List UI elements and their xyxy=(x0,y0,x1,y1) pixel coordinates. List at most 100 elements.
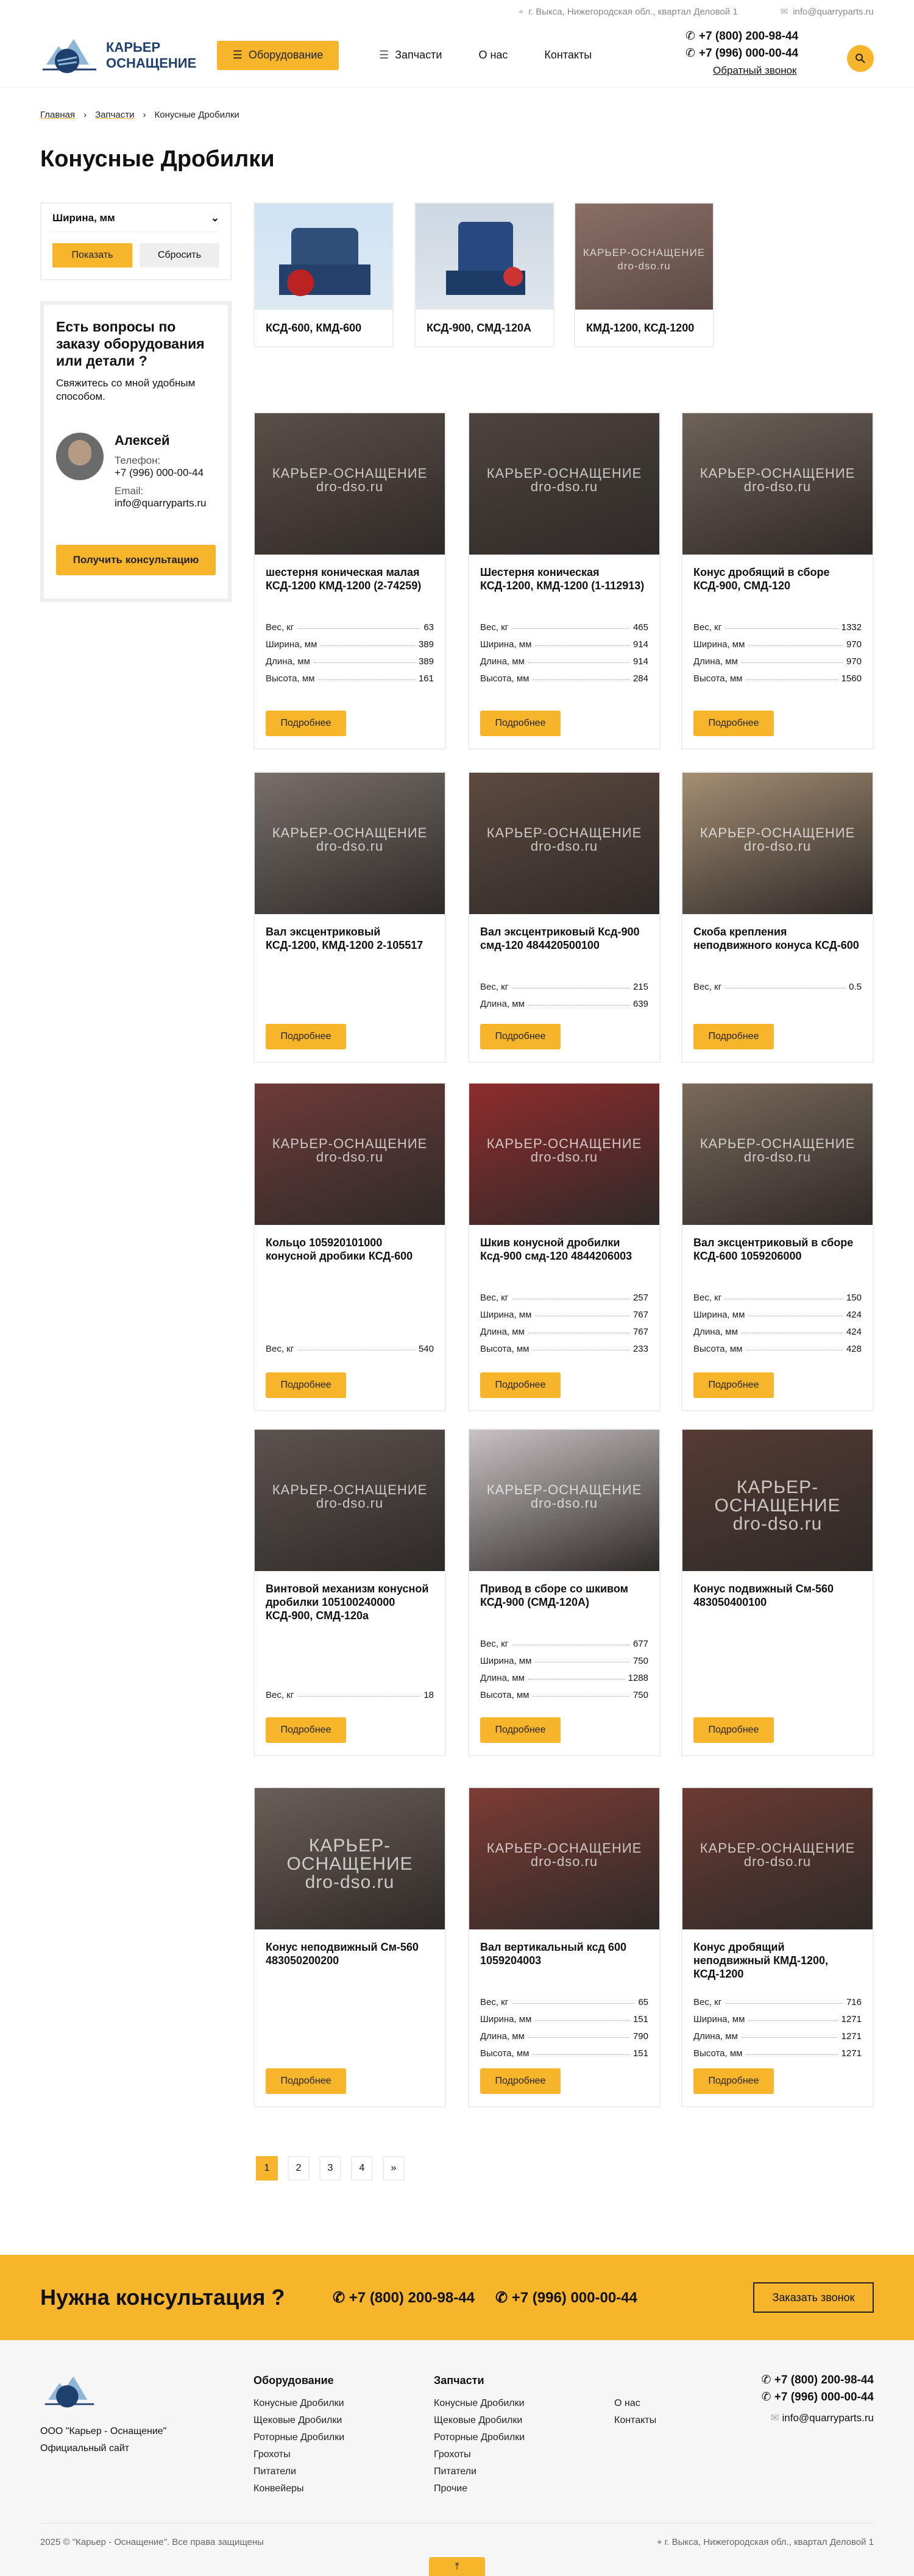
footer-link[interactable]: О нас xyxy=(614,2395,656,2412)
product-image[interactable]: КАРЬЕР-ОСНАЩЕНИЕ dro-dso.ru xyxy=(469,1430,659,1571)
details-button[interactable]: Подробнее xyxy=(480,2068,561,2094)
footer-phone2[interactable]: ✆ +7 (996) 000-00-44 xyxy=(742,2389,874,2406)
breadcrumb-home[interactable]: Главная xyxy=(40,110,75,120)
details-button[interactable]: Подробнее xyxy=(266,1717,346,1743)
product-card[interactable]: КАРЬЕР-ОСНАЩЕНИЕ dro-dso.ru Скоба креплени… xyxy=(681,772,874,1063)
footer-link[interactable]: Конвейеры xyxy=(253,2480,344,2497)
product-image[interactable]: КАРЬЕР-ОСНАЩЕНИЕ dro-dso.ru xyxy=(682,413,873,555)
category-card[interactable]: КСД-900, СМД-120А xyxy=(414,202,554,347)
product-title[interactable]: Конус дробящий неподвижный КМД-1200, КСД… xyxy=(682,1929,873,1990)
product-card[interactable]: КАРЬЕР-ОСНАЩЕНИЕ dro-dso.ru Конус дробящий… xyxy=(681,1787,874,2107)
footer-link[interactable]: Грохоты xyxy=(253,2446,344,2463)
product-image[interactable]: КАРЬЕР-ОСНАЩЕНИЕ dro-dso.ru xyxy=(469,1084,659,1225)
footer-email[interactable]: ✉ info@quarryparts.ru xyxy=(742,2410,874,2427)
consult-phone1[interactable]: ✆ +7 (800) 200-98-44 xyxy=(333,2289,475,2307)
details-button[interactable]: Подробнее xyxy=(693,1717,774,1743)
product-image[interactable]: КАРЬЕР-ОСНАЩЕНИЕ dro-dso.ru xyxy=(682,1430,873,1571)
details-button[interactable]: Подробнее xyxy=(693,2068,774,2094)
product-title[interactable]: Конус дробящий в сборе КСД-900, СМД-120 xyxy=(682,555,873,616)
product-title[interactable]: Конус неподвижный См-560 483050200200 xyxy=(255,1929,445,1990)
product-card[interactable]: КАРЬЕР-ОСНАЩЕНИЕ dro-dso.ru Вал эксцентрик… xyxy=(468,772,661,1063)
breadcrumb-parts[interactable]: Запчасти xyxy=(95,110,134,120)
footer-phone1[interactable]: ✆ +7 (800) 200-98-44 xyxy=(742,2372,874,2389)
product-title[interactable]: Конус подвижный См-560 483050400100 xyxy=(682,1571,873,1632)
footer-link[interactable]: Питатели xyxy=(253,2463,344,2480)
page-2[interactable]: 2 xyxy=(288,2156,310,2180)
details-button[interactable]: Подробнее xyxy=(266,711,346,736)
details-button[interactable]: Подробнее xyxy=(480,711,561,736)
logo[interactable]: КАРЬЕР ОСНАЩЕНИЕ xyxy=(40,34,217,77)
search-button[interactable] xyxy=(847,45,874,72)
product-image[interactable]: КАРЬЕР-ОСНАЩЕНИЕ dro-dso.ru xyxy=(682,1084,873,1225)
product-card[interactable]: КАРЬЕР-ОСНАЩЕНИЕ dro-dso.ru Шестерня конич… xyxy=(468,412,661,750)
header-phone2[interactable]: ✆ +7 (996) 000-00-44 xyxy=(685,45,798,62)
scroll-top-button[interactable]: ⤒ xyxy=(429,2557,485,2576)
details-button[interactable]: Подробнее xyxy=(693,1024,774,1049)
product-title[interactable]: Вал эксцентриковый Ксд-900 смд-120 48442… xyxy=(469,914,659,975)
product-card[interactable]: КАРЬЕР-ОСНАЩЕНИЕ dro-dso.ru Вал эксцентрик… xyxy=(681,1082,874,1411)
details-button[interactable]: Подробнее xyxy=(266,1024,346,1049)
page-3[interactable]: 3 xyxy=(319,2156,341,2180)
footer-link[interactable]: Щековые Дробилки xyxy=(434,2412,525,2429)
footer-link[interactable]: Роторные Дробилки xyxy=(253,2429,344,2446)
equipment-menu-button[interactable]: ☰ Оборудование xyxy=(217,40,339,70)
footer-link[interactable]: Прочие xyxy=(434,2480,525,2497)
product-image[interactable]: КАРЬЕР-ОСНАЩЕНИЕ dro-dso.ru xyxy=(469,413,659,555)
product-card[interactable]: КАРЬЕР-ОСНАЩЕНИЕ dro-dso.ru Конус подвижны… xyxy=(681,1428,874,1756)
product-title[interactable]: Вал вертикальный ксд 600 1059204003 xyxy=(469,1929,659,1990)
order-call-button[interactable]: Заказать звонок xyxy=(753,2282,874,2313)
product-title[interactable]: Привод в сборе со шкивом КСД-900 (СМД-12… xyxy=(469,1571,659,1632)
details-button[interactable]: Подробнее xyxy=(693,711,774,736)
details-button[interactable]: Подробнее xyxy=(480,1717,561,1743)
product-image[interactable]: КАРЬЕР-ОСНАЩЕНИЕ dro-dso.ru xyxy=(255,413,445,555)
product-card[interactable]: КАРЬЕР-ОСНАЩЕНИЕ dro-dso.ru Винтовой механ… xyxy=(253,1428,446,1756)
footer-link[interactable]: Конусные Дробилки xyxy=(253,2395,344,2412)
product-card[interactable]: КАРЬЕР-ОСНАЩЕНИЕ dro-dso.ru Вал эксцентрик… xyxy=(253,772,446,1063)
manager-email[interactable]: info@quarryparts.ru xyxy=(115,497,207,509)
product-card[interactable]: КАРЬЕР-ОСНАЩЕНИЕ dro-dso.ru Шкив конусной … xyxy=(468,1082,661,1411)
footer-link[interactable]: Грохоты xyxy=(434,2446,525,2463)
footer-link[interactable]: Контакты xyxy=(614,2412,656,2429)
footer-link[interactable]: Роторные Дробилки xyxy=(434,2429,525,2446)
consult-phone2[interactable]: ✆ +7 (996) 000-00-44 xyxy=(495,2289,637,2307)
header-phone1[interactable]: ✆ +7 (800) 200-98-44 xyxy=(685,28,798,45)
product-title[interactable]: Шестерня коническая КСД-1200, КМД-1200 (… xyxy=(469,555,659,616)
product-title[interactable]: Вал эксцентриковый в сборе КСД-600 10592… xyxy=(682,1225,873,1286)
product-card[interactable]: КАРЬЕР-ОСНАЩЕНИЕ dro-dso.ru Конус дробящий… xyxy=(681,412,874,750)
callback-link[interactable]: Обратный звонок xyxy=(713,62,798,79)
product-image[interactable]: КАРЬЕР-ОСНАЩЕНИЕ dro-dso.ru xyxy=(255,1430,445,1571)
manager-phone[interactable]: +7 (996) 000-00-44 xyxy=(115,467,207,479)
product-title[interactable]: Шкив конусной дробилки Ксд-900 смд-120 4… xyxy=(469,1225,659,1286)
product-image[interactable]: КАРЬЕР-ОСНАЩЕНИЕ dro-dso.ru xyxy=(682,773,873,914)
product-card[interactable]: КАРЬЕР-ОСНАЩЕНИЕ dro-dso.ru Вал вертикальн… xyxy=(468,1787,661,2107)
details-button[interactable]: Подробнее xyxy=(266,1372,346,1398)
product-image[interactable]: КАРЬЕР-ОСНАЩЕНИЕ dro-dso.ru xyxy=(255,1084,445,1225)
product-image[interactable]: КАРЬЕР-ОСНАЩЕНИЕ dro-dso.ru xyxy=(469,773,659,914)
product-card[interactable]: КАРЬЕР-ОСНАЩЕНИЕ dro-dso.ru Конус неподвиж… xyxy=(253,1787,446,2107)
page-4[interactable]: 4 xyxy=(351,2156,373,2180)
details-button[interactable]: Подробнее xyxy=(693,1372,774,1398)
product-card[interactable]: КАРЬЕР-ОСНАЩЕНИЕ dro-dso.ru Кольцо 1059201… xyxy=(253,1082,446,1411)
nav-about[interactable]: О нас xyxy=(478,49,508,62)
footer-link[interactable]: Питатели xyxy=(434,2463,525,2480)
product-image[interactable]: КАРЬЕР-ОСНАЩЕНИЕ dro-dso.ru xyxy=(255,1788,445,1929)
product-title[interactable]: Скоба крепления неподвижного конуса КСД-… xyxy=(682,914,873,975)
product-title[interactable]: шестерня коническая малая КСД-1200 КМД-1… xyxy=(255,555,445,616)
product-title[interactable]: Вал эксцентриковый КСД-1200, КМД-1200 2-… xyxy=(255,914,445,975)
product-card[interactable]: КАРЬЕР-ОСНАЩЕНИЕ dro-dso.ru шестерня конич… xyxy=(253,412,446,750)
nav-parts[interactable]: ☰ Запчасти xyxy=(379,49,442,62)
details-button[interactable]: Подробнее xyxy=(266,2068,346,2094)
get-consultation-button[interactable]: Получить консультацию xyxy=(56,545,216,575)
product-image[interactable]: КАРЬЕР-ОСНАЩЕНИЕ dro-dso.ru xyxy=(255,773,445,914)
filter-width-toggle[interactable]: Ширина, мм ⌄ xyxy=(52,212,219,232)
filter-show-button[interactable]: Показать xyxy=(52,243,132,268)
product-card[interactable]: КАРЬЕР-ОСНАЩЕНИЕ dro-dso.ru Привод в сборе… xyxy=(468,1428,661,1756)
top-email[interactable]: ✉ info@quarryparts.ru xyxy=(781,6,874,17)
footer-link[interactable]: Конусные Дробилки xyxy=(434,2395,525,2412)
category-card[interactable]: КАРЬЕР-ОСНАЩЕНИЕ dro-dso.ru КМД-1200, КСД… xyxy=(574,202,714,347)
product-image[interactable]: КАРЬЕР-ОСНАЩЕНИЕ dro-dso.ru xyxy=(682,1788,873,1929)
product-title[interactable]: Кольцо 105920101000 конусной дробики КСД… xyxy=(255,1225,445,1286)
nav-contacts[interactable]: Контакты xyxy=(544,49,592,62)
footer-link[interactable]: Щековые Дробилки xyxy=(253,2412,344,2429)
product-image[interactable]: КАРЬЕР-ОСНАЩЕНИЕ dro-dso.ru xyxy=(469,1788,659,1929)
